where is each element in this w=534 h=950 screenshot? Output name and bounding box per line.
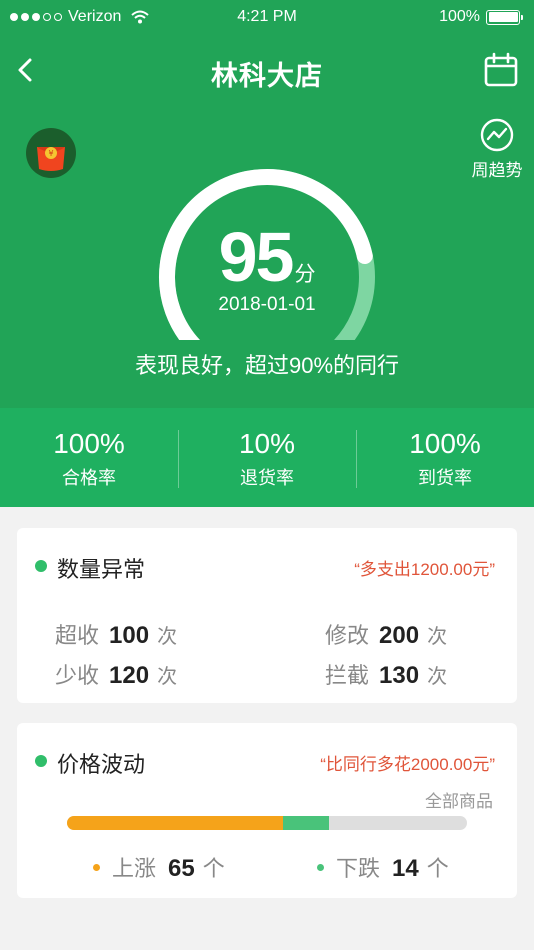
stat-modified: 修改 200 次	[325, 622, 448, 649]
stat-intercepted: 拦截 130 次	[325, 662, 448, 689]
price-fluctuation-card[interactable]: 价格波动 “比同行多花2000.00元” 全部商品 上涨 65 个 下跌 14 …	[17, 723, 517, 898]
trend-line-icon	[480, 118, 514, 152]
card-title: 数量异常	[57, 557, 146, 582]
extra-spend-note: “比同行多花2000.00元”	[320, 755, 495, 774]
stat-over-received: 超收 100 次	[55, 622, 178, 649]
weekly-trend-button[interactable]: 周趋势	[468, 118, 526, 181]
quantity-anomaly-card[interactable]: 数量异常 “多支出1200.00元” 超收 100 次 修改 200 次 少收 …	[17, 528, 517, 703]
header-section: Verizon 4:21 PM 100% 林科大店 ¥ 周趋势 95分 2018…	[0, 0, 534, 408]
stat-pass-rate: 100% 合格率	[53, 428, 125, 488]
product-filter[interactable]: 全部商品	[425, 787, 493, 812]
nav-bar: 林科大店	[0, 40, 534, 100]
trend-label: 周趋势	[471, 161, 523, 180]
bullet-dot	[35, 755, 47, 767]
red-envelope-icon: ¥	[26, 128, 76, 178]
stat-arrival-rate: 100% 到货率	[356, 408, 534, 507]
calendar-icon[interactable]	[484, 52, 518, 88]
svg-text:¥: ¥	[48, 149, 53, 158]
legend-down: 下跌 14 个	[317, 851, 449, 883]
stats-bar: 100% 合格率 10% 退货率 100% 到货率	[0, 408, 534, 507]
card-title: 价格波动	[57, 752, 146, 777]
status-bar: Verizon 4:21 PM 100%	[0, 0, 534, 36]
stat-under-received: 少收 120 次	[55, 662, 178, 689]
battery-icon	[486, 9, 523, 25]
bar-segment-up	[67, 816, 283, 830]
bar-segment-down	[282, 816, 330, 830]
score-date: 2018-01-01	[218, 294, 316, 315]
bullet-dot	[35, 560, 47, 572]
page-title: 林科大店	[211, 61, 323, 91]
score-unit: 分	[294, 263, 316, 286]
extra-cost-note: “多支出1200.00元”	[354, 560, 495, 579]
legend-dot-down	[317, 864, 324, 871]
stat-return-rate: 10% 退货率	[178, 408, 356, 507]
score-value: 95	[218, 218, 295, 296]
price-change-bar	[67, 816, 467, 830]
legend-dot-up	[93, 864, 100, 871]
legend-up: 上涨 65 个	[93, 851, 225, 883]
battery-percent: 100%	[439, 8, 480, 25]
score-summary: 表现良好，超过90%的同行	[134, 353, 400, 378]
